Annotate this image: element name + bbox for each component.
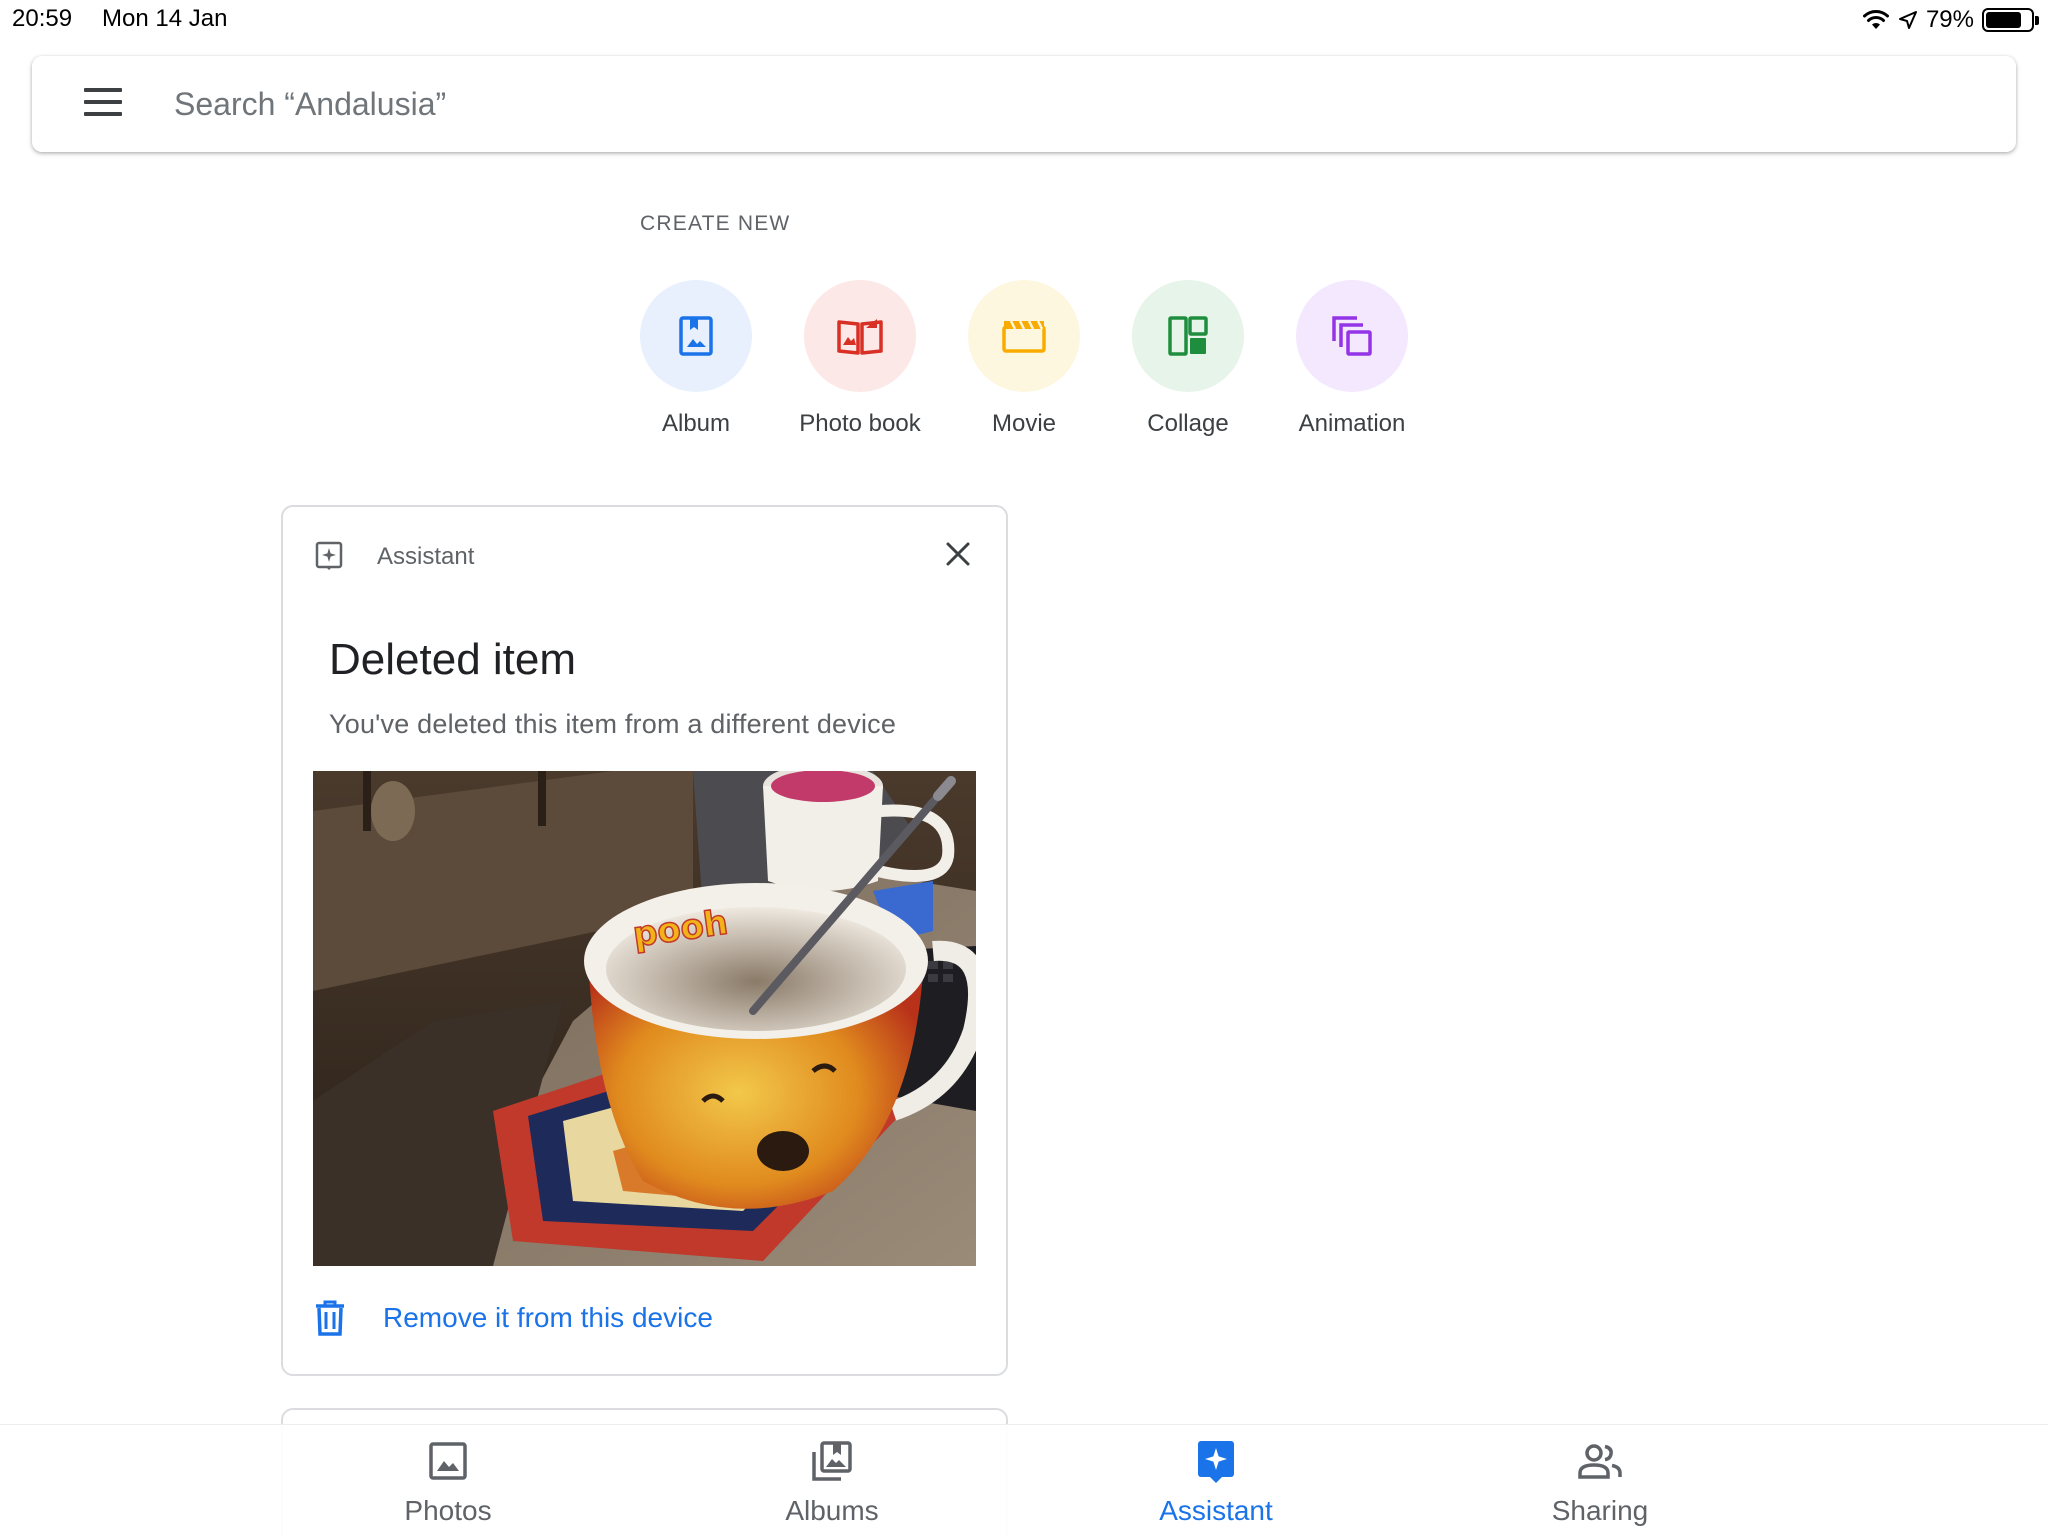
battery-nub bbox=[2035, 16, 2039, 25]
create-movie-label: Movie bbox=[991, 410, 1057, 437]
battery-icon bbox=[1982, 8, 2039, 32]
status-time: 20:59 bbox=[12, 5, 73, 32]
assistant-icon bbox=[1096, 1439, 1336, 1483]
menu-line bbox=[84, 88, 122, 92]
nav-sharing[interactable]: Sharing bbox=[1480, 1439, 1720, 1527]
menu-line bbox=[84, 112, 122, 116]
remove-from-device-label: Remove it from this device bbox=[383, 1302, 713, 1333]
albums-icon bbox=[712, 1439, 952, 1483]
create-album-label: Album bbox=[661, 410, 731, 437]
photos-icon bbox=[328, 1439, 568, 1483]
create-movie-button[interactable]: Movie bbox=[942, 280, 1106, 438]
search-bar bbox=[32, 56, 2016, 152]
status-right: 79% bbox=[1862, 6, 2039, 34]
nav-albums[interactable]: Albums bbox=[712, 1439, 952, 1527]
create-photo-book-button[interactable]: Photo book bbox=[778, 280, 942, 438]
nav-photos-label: Photos bbox=[404, 1495, 492, 1526]
bottom-nav: Photos Albums Assistant Sharing bbox=[0, 1424, 2048, 1536]
create-animation-button[interactable]: Animation bbox=[1270, 280, 1434, 438]
remove-from-device-button[interactable]: Remove it from this device bbox=[315, 1300, 713, 1336]
create-photo-book-label: Photo book bbox=[799, 410, 921, 437]
location-arrow-icon bbox=[1898, 11, 1917, 29]
search-input[interactable] bbox=[174, 76, 1874, 132]
assistant-card: Assistant Deleted item You've deleted th… bbox=[281, 505, 1008, 1376]
create-collage-label: Collage bbox=[1147, 410, 1229, 437]
trash-icon bbox=[316, 1300, 344, 1336]
card-header-label: Assistant bbox=[377, 543, 475, 570]
photo-book-icon bbox=[804, 280, 916, 392]
nav-assistant-label: Assistant bbox=[1159, 1495, 1273, 1526]
animation-icon bbox=[1296, 280, 1408, 392]
album-icon bbox=[640, 280, 752, 392]
menu-line bbox=[84, 100, 122, 104]
close-icon[interactable] bbox=[943, 539, 973, 569]
assistant-card-icon bbox=[315, 541, 343, 570]
nav-assistant[interactable]: Assistant bbox=[1096, 1439, 1336, 1527]
collage-icon bbox=[1132, 280, 1244, 392]
create-album-button[interactable]: Album bbox=[614, 280, 778, 438]
create-new-heading: CREATE NEW bbox=[640, 212, 791, 235]
create-collage-button[interactable]: Collage bbox=[1106, 280, 1270, 438]
wifi-icon bbox=[1862, 10, 1889, 29]
deleted-item-photo[interactable]: pooh bbox=[313, 771, 976, 1266]
card-title: Deleted item bbox=[329, 635, 577, 684]
battery-level bbox=[1986, 12, 2021, 28]
card-subtitle: You've deleted this item from a differen… bbox=[329, 709, 897, 739]
menu-icon[interactable] bbox=[84, 88, 122, 118]
status-bar: 20:59 Mon 14 Jan 79% bbox=[0, 0, 2048, 40]
nav-sharing-label: Sharing bbox=[1551, 1495, 1649, 1526]
battery-percent: 79% bbox=[1925, 6, 1974, 33]
nav-albums-label: Albums bbox=[785, 1495, 879, 1526]
sharing-icon bbox=[1480, 1439, 1720, 1483]
status-date: Mon 14 Jan bbox=[102, 5, 228, 32]
create-animation-label: Animation bbox=[1298, 410, 1406, 437]
movie-icon bbox=[968, 280, 1080, 392]
nav-photos[interactable]: Photos bbox=[328, 1439, 568, 1527]
